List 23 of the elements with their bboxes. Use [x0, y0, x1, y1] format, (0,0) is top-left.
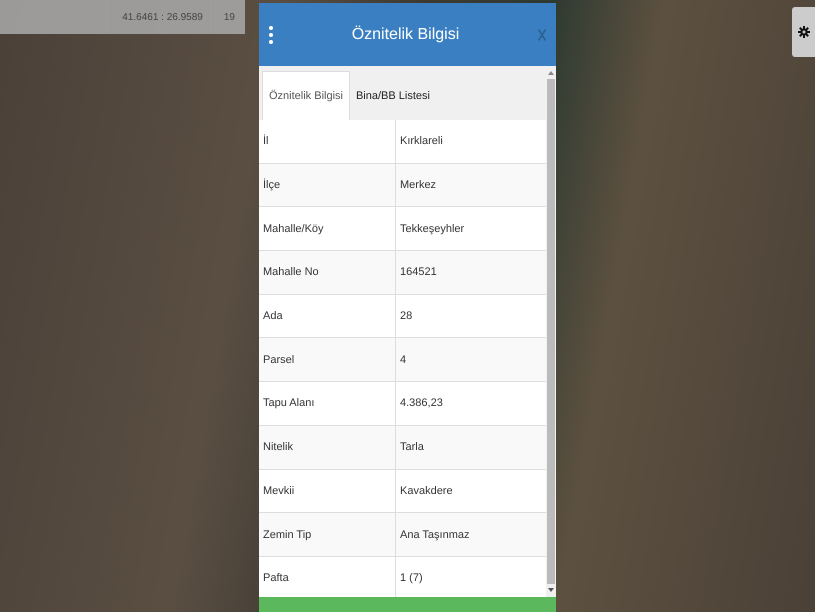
scroll-up-icon[interactable]	[548, 70, 554, 76]
tab[interactable]: Öznitelik Bilgisi	[262, 71, 350, 120]
field-name-cell-text: Ada	[262, 309, 284, 324]
field-name-cell-text: Tapu Alanı	[262, 396, 316, 412]
panel-title: Öznitelik Bilgisi	[350, 26, 460, 44]
field-name-cell-text: Nitelik	[262, 440, 294, 456]
scroll-down-icon[interactable]	[548, 587, 554, 593]
tab[interactable]: Bina/BB Listesi	[350, 71, 436, 120]
field-name-cell-text: İl	[262, 134, 270, 150]
field-name-cell-text: Mahalle/Köy	[262, 222, 325, 237]
field-name-cell-text: Pafta	[262, 571, 290, 586]
settings-button[interactable]	[792, 7, 815, 57]
settings-icon	[798, 26, 810, 38]
field-name-cell-text: Mevkii	[262, 484, 296, 499]
field-name-cell-text: Mahalle No	[262, 265, 320, 280]
field-name-cell-text: Zemin Tip	[262, 528, 312, 543]
coordinate-text: 41.6461 : 26.9589	[111, 0, 213, 34]
field-name-cell-text: İlçe	[262, 178, 282, 194]
menu-icon[interactable]	[269, 26, 273, 44]
zoom-level-text: 19	[212, 0, 245, 34]
field-name-cell-text: Parsel	[262, 352, 296, 368]
close-icon[interactable]	[538, 28, 546, 40]
scrollbar-thumb[interactable]	[547, 79, 555, 584]
